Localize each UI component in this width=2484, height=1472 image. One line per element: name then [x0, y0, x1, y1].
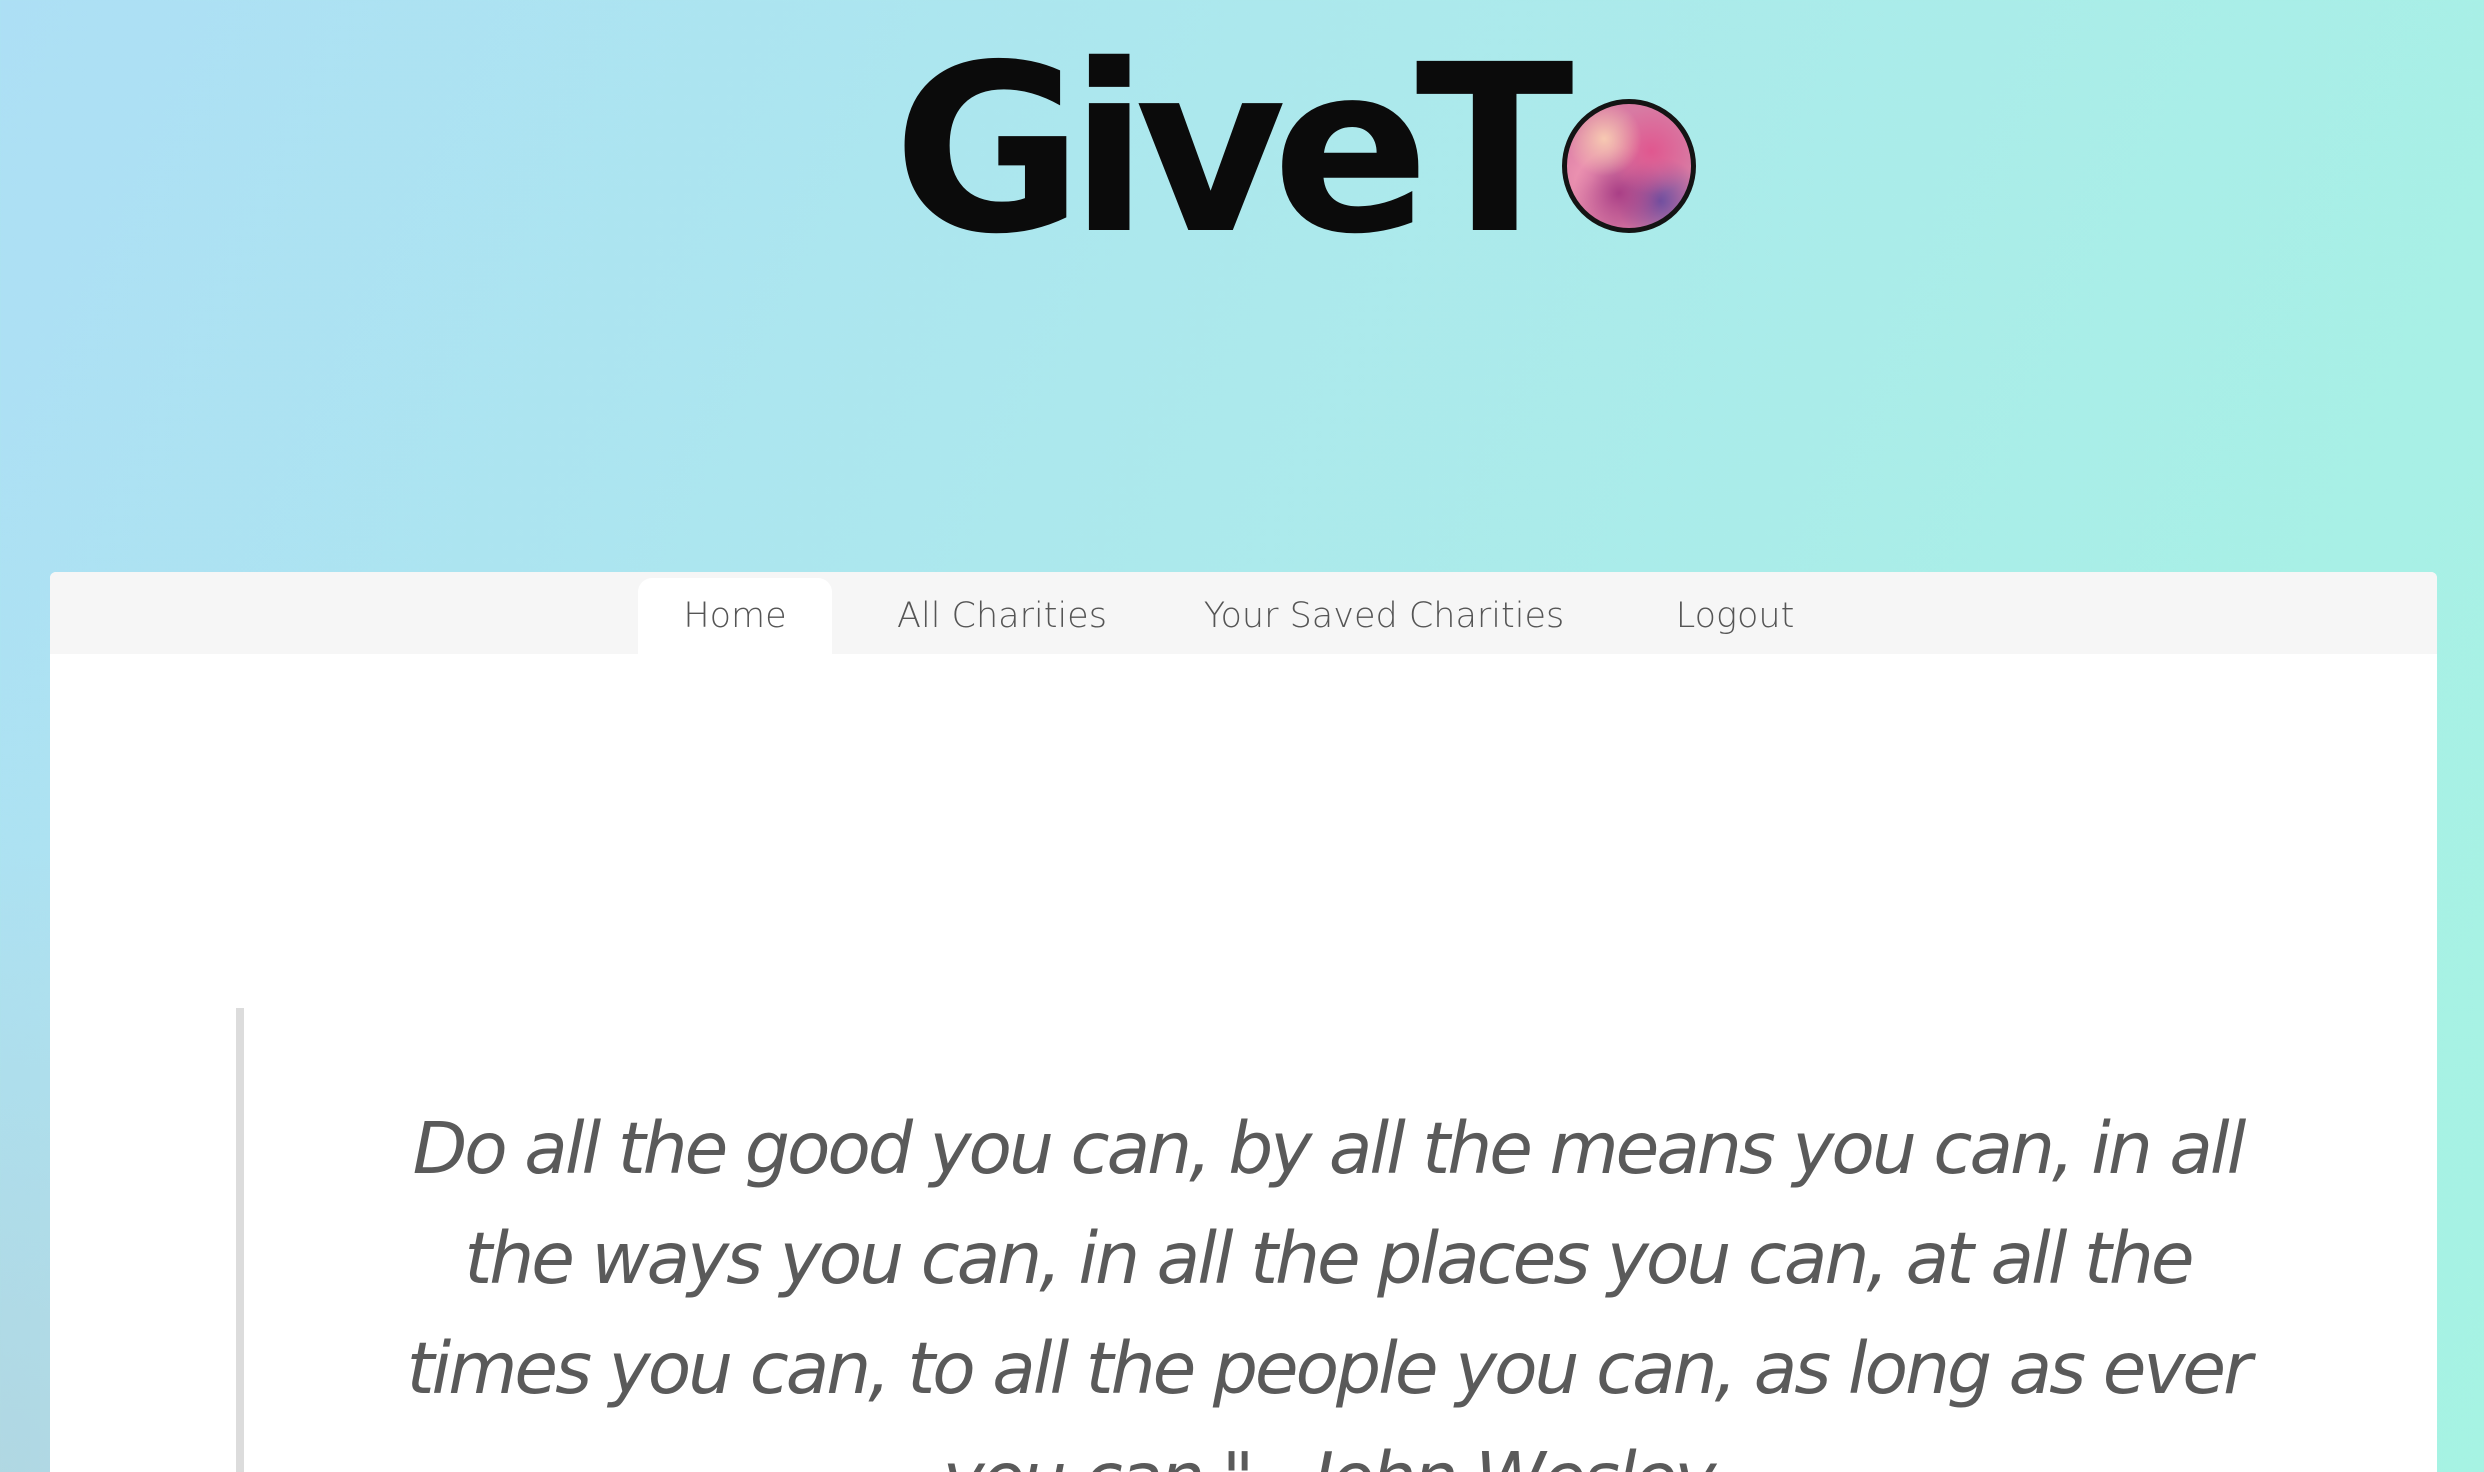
logo-wordmark: GiveT — [893, 15, 1574, 285]
quote-blockquote: Do all the good you can, by all the mean… — [236, 1008, 2252, 1472]
tab-all-charities[interactable]: All Charities — [882, 578, 1122, 654]
watercolor-orb-icon — [1561, 99, 1696, 233]
givetoo-logo: GiveT — [893, 34, 1696, 266]
tab-logout[interactable]: Logout — [1660, 578, 1810, 654]
tab-home[interactable]: Home — [638, 578, 832, 654]
content-card: Home All Charities Your Saved Charities … — [50, 572, 2437, 1472]
nav-tabbar: Home All Charities Your Saved Charities … — [50, 572, 2437, 654]
tab-home-label: Home — [683, 596, 787, 636]
tab-your-saved-charities[interactable]: Your Saved Charities — [1188, 578, 1580, 654]
tab-your-saved-charities-label: Your Saved Charities — [1203, 596, 1565, 636]
tab-all-charities-label: All Charities — [897, 596, 1107, 636]
tab-logout-label: Logout — [1675, 596, 1795, 636]
quote-text: Do all the good you can, by all the mean… — [406, 1107, 2253, 1472]
